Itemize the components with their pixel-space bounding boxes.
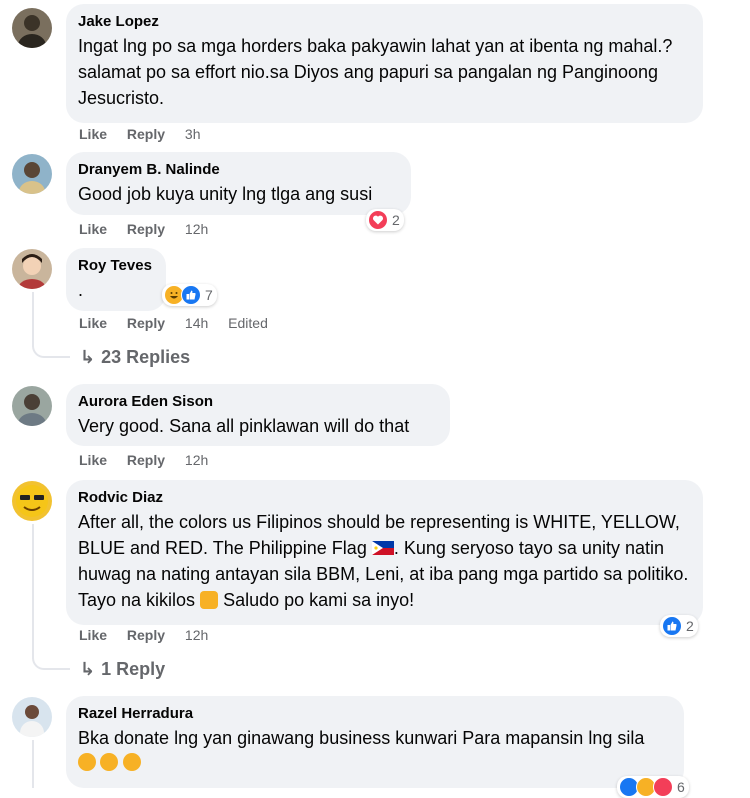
view-replies-link[interactable]: ↳ 1 Reply (80, 659, 165, 680)
thread-line (32, 740, 34, 788)
replies-label: 23 Replies (101, 347, 191, 367)
comment-author[interactable]: Jake Lopez (78, 13, 691, 31)
comment-text-part: Saludo po kami sa inyo! (218, 590, 415, 610)
comment-text: . (78, 280, 84, 300)
comment-bubble: Razel Herradura Bka donate lng yan ginaw… (66, 696, 684, 788)
comment-text: After all, the colors us Filipinos shoul… (78, 509, 691, 613)
reply-button[interactable]: Reply (127, 452, 165, 468)
avatar[interactable] (12, 481, 52, 521)
comment-bubble: Roy Teves . (66, 248, 166, 311)
philippine-flag-icon (371, 536, 394, 555)
comment-bubble: Dranyem B. Nalinde Good job kuya unity l… (66, 152, 411, 215)
flexed-biceps-icon (200, 591, 219, 609)
avatar[interactable] (12, 154, 52, 194)
comment-bubble: Jake Lopez Ingat lng po sa mga horders b… (66, 4, 703, 123)
comment-actions: Like Reply 12h (79, 452, 224, 468)
thread-connector (32, 652, 70, 670)
heart-icon (368, 210, 388, 230)
comment-actions: Like Reply 12h (79, 627, 224, 643)
reply-arrow-icon: ↳ (80, 659, 96, 679)
comment-author[interactable]: Razel Herradura (78, 705, 672, 723)
reaction-count: 6 (677, 779, 685, 795)
reply-button[interactable]: Reply (127, 627, 165, 643)
timestamp[interactable]: 12h (185, 627, 208, 643)
reaction-summary[interactable]: 2 (660, 615, 698, 637)
emoji-row (78, 753, 672, 773)
timestamp[interactable]: 12h (185, 452, 208, 468)
reply-button[interactable]: Reply (127, 221, 165, 237)
like-icon (181, 285, 201, 305)
reaction-summary[interactable]: 2 (366, 209, 404, 231)
comment-actions: Like Reply 3h (79, 126, 217, 142)
laughing-icon (100, 753, 119, 771)
like-icon (662, 616, 682, 636)
timestamp[interactable]: 14h (185, 315, 208, 331)
reply-button[interactable]: Reply (127, 315, 165, 331)
reply-button[interactable]: Reply (127, 126, 165, 142)
edited-label[interactable]: Edited (228, 315, 268, 331)
reply-arrow-icon: ↳ (80, 347, 96, 367)
thread-line (32, 292, 34, 347)
replies-label: 1 Reply (101, 659, 166, 679)
like-button[interactable]: Like (79, 627, 107, 643)
timestamp[interactable]: 3h (185, 126, 201, 142)
reaction-summary[interactable]: 7 (162, 284, 217, 306)
comment-text: Bka donate lng yan ginawang business kun… (78, 728, 645, 748)
heart-icon (653, 777, 673, 797)
avatar[interactable] (12, 386, 52, 426)
comment-actions: Like Reply 12h (79, 221, 224, 237)
reaction-summary[interactable]: 6 (617, 776, 689, 798)
laughing-icon (78, 753, 96, 771)
comment-author[interactable]: Dranyem B. Nalinde (78, 161, 399, 179)
reaction-count: 7 (205, 287, 213, 303)
comment-author[interactable]: Roy Teves (78, 257, 154, 275)
comment-text: Ingat lng po sa mga horders baka pakyawi… (78, 36, 673, 108)
laughing-icon (122, 753, 141, 771)
avatar[interactable] (12, 249, 52, 289)
view-replies-link[interactable]: ↳ 23 Replies (80, 347, 190, 368)
timestamp[interactable]: 12h (185, 221, 208, 237)
thread-line (32, 524, 34, 659)
comment-author[interactable]: Aurora Eden Sison (78, 393, 438, 411)
comment-author[interactable]: Rodvic Diaz (78, 489, 691, 507)
comment-actions: Like Reply 14h Edited (79, 315, 284, 331)
like-button[interactable]: Like (79, 315, 107, 331)
reaction-count: 2 (686, 618, 694, 634)
like-button[interactable]: Like (79, 126, 107, 142)
like-button[interactable]: Like (79, 452, 107, 468)
comment-bubble: Rodvic Diaz After all, the colors us Fil… (66, 480, 703, 625)
comment-text: Very good. Sana all pinklawan will do th… (78, 416, 410, 436)
comment-text: Good job kuya unity lng tlga ang susi (78, 184, 373, 204)
reaction-count: 2 (392, 212, 400, 228)
like-button[interactable]: Like (79, 221, 107, 237)
thread-connector (32, 340, 70, 358)
avatar[interactable] (12, 8, 52, 48)
avatar[interactable] (12, 697, 52, 737)
comment-bubble: Aurora Eden Sison Very good. Sana all pi… (66, 384, 450, 446)
